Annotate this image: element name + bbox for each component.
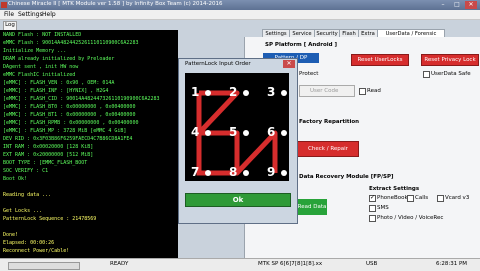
log-line: eMMC FlashIC initialized [3, 72, 76, 78]
log-line: [eMMC] : FLASH_INF : [HYNIX] , H2G4 [3, 88, 109, 94]
sms-label: SMS [377, 205, 389, 211]
userdata-safe-checkbox[interactable] [423, 71, 430, 78]
status-device: MTK SP 6[6]7[8]1[8].xx [258, 261, 323, 267]
status-usb: USB [366, 261, 378, 267]
data-recovery-label: Data Recovery Module [FP/SP] [299, 174, 394, 180]
menu-settings[interactable]: Settings [18, 11, 43, 18]
read-data-button[interactable]: Read Data [297, 199, 327, 215]
log-line: [eMMC] : FLASH_MP : 3728 MiB [eMMC 4 GiB… [3, 128, 127, 134]
check-repair-button[interactable]: Check / Repair [297, 141, 359, 157]
node-dot-3 [281, 90, 287, 96]
dialog-close-button[interactable]: ✕ [283, 60, 295, 68]
log-tab[interactable]: Log [3, 21, 17, 30]
log-line: [eMMC] : FLASH_BT1 : 0x00000000 , 0x0040… [3, 112, 136, 118]
pattern-grid[interactable]: 1 2 3 4 5 6 7 8 9 [185, 73, 289, 181]
node-dot-6 [281, 130, 287, 136]
log-line: PatternLock Sequence : 21478569 [3, 216, 97, 222]
reset-privacy-lock-button[interactable]: Reset Privacy Lock [421, 54, 479, 66]
extract-settings-label: Extract Settings [369, 186, 420, 192]
log-line: Initialize Memory ... [3, 48, 67, 54]
read-checkbox[interactable] [359, 88, 366, 95]
node-2[interactable]: 2 [229, 85, 237, 99]
node-dot-8 [243, 170, 249, 176]
userdata-safe-label: UserData Safe [431, 71, 471, 77]
repartition-label: Factory Repartition [299, 119, 360, 125]
node-4[interactable]: 4 [191, 125, 199, 139]
status-ready: READY [110, 261, 129, 267]
maximize-button[interactable]: □ [451, 1, 463, 9]
log-line: [eMMC] : FLASH_RPMB : 0x00000000 , 0x004… [3, 120, 139, 126]
node-1[interactable]: 1 [191, 85, 199, 99]
status-bar: READY MTK SP 6[6]7[8]1[8].xx USB 6:28:31… [0, 258, 480, 271]
photo-video-label: Photo / Video / VoiceRec [377, 215, 444, 221]
log-line: Boot Ok! [3, 176, 28, 182]
node-dot-5 [243, 130, 249, 136]
phonebook-checkbox[interactable] [369, 194, 376, 202]
sms-checkbox[interactable] [369, 205, 376, 212]
patternlock-dialog: PatternLock Input Order ✕ 1 2 3 4 5 6 7 … [178, 58, 298, 224]
log-line: DEV RID : 0x3F03B86F6259FAECD4C7B86CD8A1… [3, 136, 133, 142]
node-3[interactable]: 3 [267, 85, 275, 99]
progress-bar [8, 262, 80, 270]
read-label: Read [367, 88, 381, 94]
node-dot-2 [243, 90, 249, 96]
log-line: [eMMC] : FLASH_VEN : 0x90 , OEM: 014A [3, 80, 115, 86]
calls-checkbox[interactable] [407, 195, 414, 202]
app-icon [1, 2, 7, 8]
user-code-input[interactable]: User Code [299, 85, 355, 97]
node-6[interactable]: 6 [267, 125, 275, 139]
log-line: Reading data ... [3, 192, 52, 198]
title-bar: Chinese Miracle II [ MTK Module ver 1.58… [0, 0, 480, 10]
sp-platform-label: SP Platform [ Android ] [265, 42, 337, 48]
vcard-label: Vcard v3 [445, 195, 470, 201]
log-line: Get Locks ... [3, 208, 43, 214]
log-line: eMMC Flash : 90014A4824425261110110900C6… [3, 40, 139, 46]
calls-label: Calls [415, 195, 429, 201]
log-line: [eMMC] : FLASH_BT0 : 0x00000000 , 0x0040… [3, 104, 136, 110]
minimize-button[interactable]: – [437, 1, 449, 9]
protect-label: Protect [299, 71, 319, 77]
log-line: Reconnect Power/Cable! [3, 248, 70, 254]
node-8[interactable]: 8 [229, 165, 237, 179]
status-time: 6:28:31 PM [436, 261, 468, 267]
log-line: Elapsed: 00:00:26 [3, 240, 55, 246]
node-5[interactable]: 5 [229, 125, 237, 139]
log-line: Done! [3, 232, 19, 238]
user-code-placeholder: User Code [310, 88, 339, 94]
log-line: [eMMC] : FLASH_CID : 90014A4824473261101… [3, 96, 160, 102]
log-line: EXT RAM : 0x20000000 [512 MiB] [3, 152, 94, 158]
menu-help[interactable]: Help [42, 11, 56, 18]
vcard-checkbox[interactable] [437, 195, 444, 202]
log-line: DRAM already initialized by Preloader [3, 56, 115, 62]
log-line: BOOT TYPE : [EMMC_FLASH_BOOT [3, 160, 88, 166]
node-dot-7 [205, 170, 211, 176]
menu-file[interactable]: File [4, 11, 14, 18]
node-dot-9 [281, 170, 287, 176]
log-panel[interactable]: NAND Flash : NOT INSTALLED eMMC Flash : 9… [0, 30, 178, 258]
window-title: Chinese Miracle II [ MTK Module ver 1.58… [8, 1, 223, 7]
node-dot-1 [205, 90, 211, 96]
node-7[interactable]: 7 [191, 165, 199, 179]
reset-userlocks-button[interactable]: Reset UserLocks [351, 54, 409, 66]
log-line: SOC VERIFY : C1 [3, 168, 49, 174]
log-line: DAgent sent , init HW now [3, 64, 79, 70]
log-line: INT RAM : 0x00020000 [128 KiB] [3, 144, 94, 150]
phonebook-label: PhoneBook [377, 195, 408, 201]
node-dot-4 [205, 130, 211, 136]
photo-video-checkbox[interactable] [369, 215, 376, 222]
ok-button[interactable]: Ok [185, 193, 291, 207]
menu-bar: File Settings Help [0, 10, 480, 20]
close-button[interactable]: ✕ [465, 1, 477, 9]
node-9[interactable]: 9 [267, 165, 275, 179]
log-line: NAND Flash : NOT INSTALLED [3, 32, 82, 38]
dialog-title: PatternLock Input Order [185, 61, 251, 67]
